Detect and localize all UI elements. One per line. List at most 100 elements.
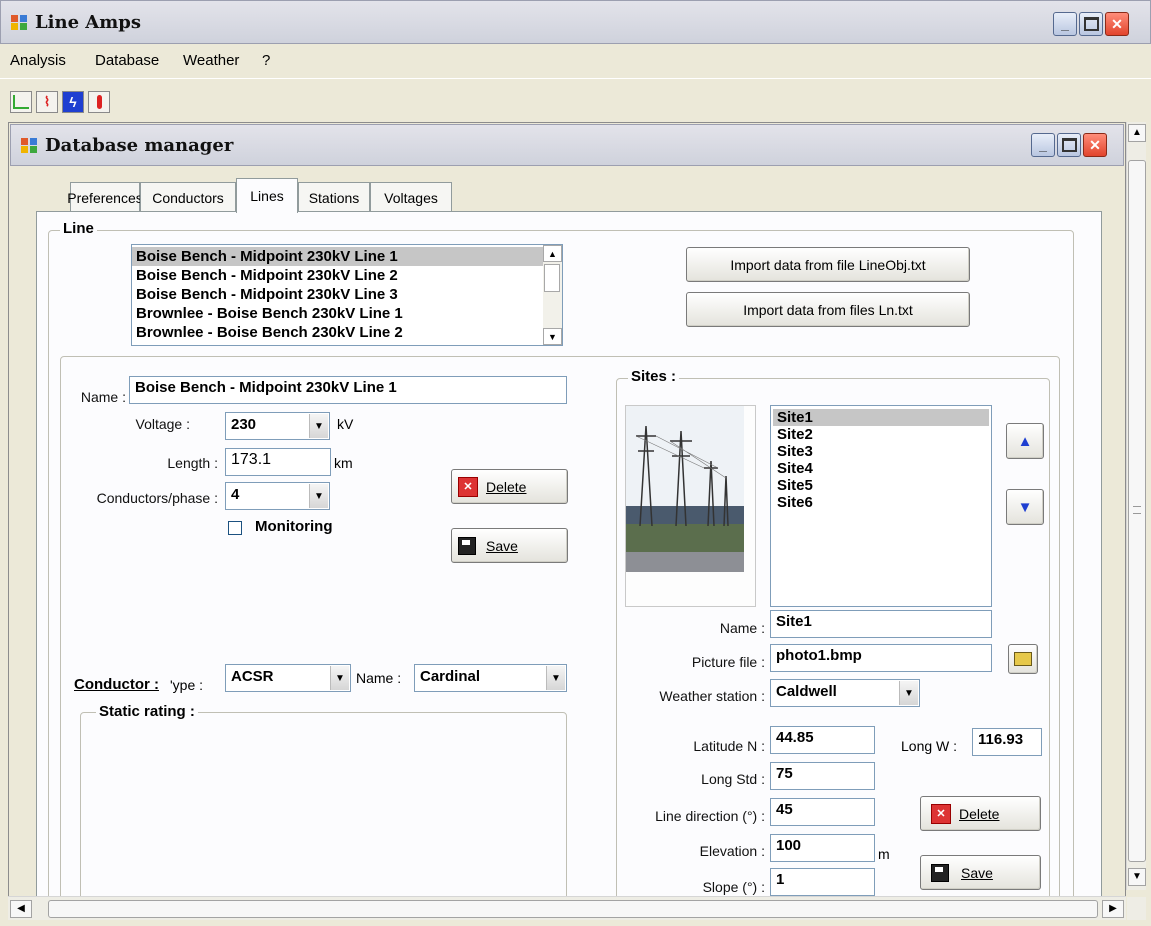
picture-file-field[interactable]: photo1.bmp [770,644,992,672]
line-save-button[interactable]: Save [451,528,568,563]
site-save-button[interactable]: Save [920,855,1041,890]
list-item[interactable]: Brownlee - Boise Bench 230kV Line 1 [132,304,562,323]
list-item[interactable]: Site2 [773,426,991,443]
conductor-name-select[interactable]: Cardinal ▼ [414,664,567,692]
minimize-icon: _ [1061,16,1069,32]
line-chart-button[interactable] [10,91,32,113]
line-name-label: Name : [80,389,126,405]
save-icon [931,863,949,882]
slope-label: Slope (°) : [702,879,765,895]
site-name-field[interactable]: Site1 [770,610,992,638]
elevation-field[interactable]: 100 [770,834,875,862]
sites-listbox[interactable]: Site1 Site2 Site3 Site4 Site5 Site6 [770,405,992,607]
child-title-bar: Database manager _ ✕ [10,124,1124,166]
close-button[interactable]: ✕ [1105,12,1129,36]
maximize-button[interactable] [1079,12,1103,36]
sites-legend: Sites : [628,368,680,385]
browse-picture-button[interactable] [1008,644,1038,674]
child-app-icon [21,138,39,154]
list-item[interactable]: Site6 [773,494,991,511]
picture-file-label: Picture file : [691,654,765,670]
line-name-field[interactable]: Boise Bench - Midpoint 230kV Line 1 [129,376,567,404]
chevron-right-icon: ▶ [1109,903,1117,914]
delete-icon: ✕ [458,476,478,497]
tab-voltages[interactable]: Voltages [370,182,452,212]
list-item[interactable]: Brownlee - Boise Bench 230kV Line 2 [132,323,562,342]
child-close-button[interactable]: ✕ [1083,133,1107,157]
size-grip[interactable] [1127,897,1146,920]
hscroll-right-button[interactable]: ▶ [1102,900,1124,918]
site-name-label: Name : [719,620,765,636]
menu-weather[interactable]: Weather [183,52,239,69]
list-item[interactable]: Boise Bench - Midpoint 230kV Line 1 [132,247,562,266]
lines-list-scrollbar[interactable]: ▲ ▼ [543,245,562,345]
long-w-field[interactable]: 116.93 [972,728,1042,756]
length-field[interactable]: 173.1 [225,448,331,476]
list-item[interactable]: Boise Bench - Midpoint 230kV Line 3 [132,285,562,304]
vscroll-thumb[interactable] [1128,160,1146,862]
tab-lines[interactable]: Lines [236,178,298,213]
grip-icon [1133,506,1141,514]
list-item[interactable]: Site3 [773,443,991,460]
thermometer-icon [96,95,102,109]
import-ln-button[interactable]: Import data from files Ln.txt [686,292,970,327]
list-item[interactable]: Site4 [773,460,991,477]
line-direction-label: Line direction (°) : [655,808,765,824]
list-item[interactable]: Boise Bench - Midpoint 230kV Line 2 [132,266,562,285]
pulse-button[interactable]: ⌇ [36,91,58,113]
horizontal-scrollbar[interactable]: ◀ ▶ [8,896,1126,920]
menu-bar: Analysis Database Weather ? [0,44,1151,78]
menu-help[interactable]: ? [262,52,270,69]
tab-stations[interactable]: Stations [298,182,370,212]
vscroll-down-button[interactable]: ▼ [1128,868,1146,886]
line-direction-field[interactable]: 45 [770,798,875,826]
main-title-bar: Line Amps _ ✕ [0,0,1151,44]
elevation-unit: m [878,846,890,862]
vscroll-up-button[interactable]: ▲ [1128,124,1146,142]
line-delete-button[interactable]: ✕ Delete [451,469,568,504]
voltage-select[interactable]: 230 ▼ [225,412,330,440]
tab-conductors[interactable]: Conductors [140,182,236,212]
move-down-button[interactable]: ▼ [1006,489,1044,525]
long-std-field[interactable]: 75 [770,762,875,790]
conductor-type-select[interactable]: ACSR ▼ [225,664,351,692]
site-delete-button[interactable]: ✕ Delete [920,796,1041,831]
triangle-up-icon: ▲ [1017,432,1033,450]
save-icon [458,536,476,555]
import-lineobj-button[interactable]: Import data from file LineObj.txt [686,247,970,282]
weather-station-select[interactable]: Caldwell ▼ [770,679,920,707]
move-up-button[interactable]: ▲ [1006,423,1044,459]
app-title: Line Amps [35,12,142,33]
scroll-down-button[interactable]: ▼ [543,328,562,345]
line-group-legend: Line [60,220,97,237]
slope-field[interactable]: 1 [770,868,875,896]
scroll-thumb[interactable] [544,264,560,292]
minimize-button[interactable]: _ [1053,12,1077,36]
chevron-down-icon: ▼ [309,484,328,508]
lightning-button[interactable]: ϟ [62,91,84,113]
conductors-phase-select[interactable]: 4 ▼ [225,482,330,510]
menu-analysis[interactable]: Analysis [10,52,66,69]
menu-database[interactable]: Database [95,52,159,69]
scroll-up-button[interactable]: ▲ [543,245,562,262]
chevron-down-icon: ▼ [899,681,918,705]
minimize-icon: _ [1039,137,1047,153]
vertical-scrollbar[interactable]: ▲ ▼ [1126,122,1146,890]
elevation-label: Elevation : [699,843,765,859]
pulse-icon: ⌇ [43,94,51,109]
list-item[interactable]: Site5 [773,477,991,494]
hscroll-left-button[interactable]: ◀ [10,900,32,918]
latitude-field[interactable]: 44.85 [770,726,875,754]
hscroll-thumb[interactable] [48,900,1098,918]
tab-preferences[interactable]: Preferences [67,182,143,212]
child-minimize-button[interactable]: _ [1031,133,1055,157]
lightning-icon: ϟ [69,94,77,110]
monitoring-checkbox[interactable] [228,521,242,535]
maximize-icon [1083,17,1099,31]
list-item[interactable]: Site1 [773,409,989,426]
chevron-up-icon: ▲ [1132,127,1142,138]
child-maximize-button[interactable] [1057,133,1081,157]
thermometer-button[interactable] [88,91,110,113]
weather-station-label: Weather station : [659,688,765,704]
lines-listbox[interactable]: Boise Bench - Midpoint 230kV Line 1 Bois… [131,244,563,346]
